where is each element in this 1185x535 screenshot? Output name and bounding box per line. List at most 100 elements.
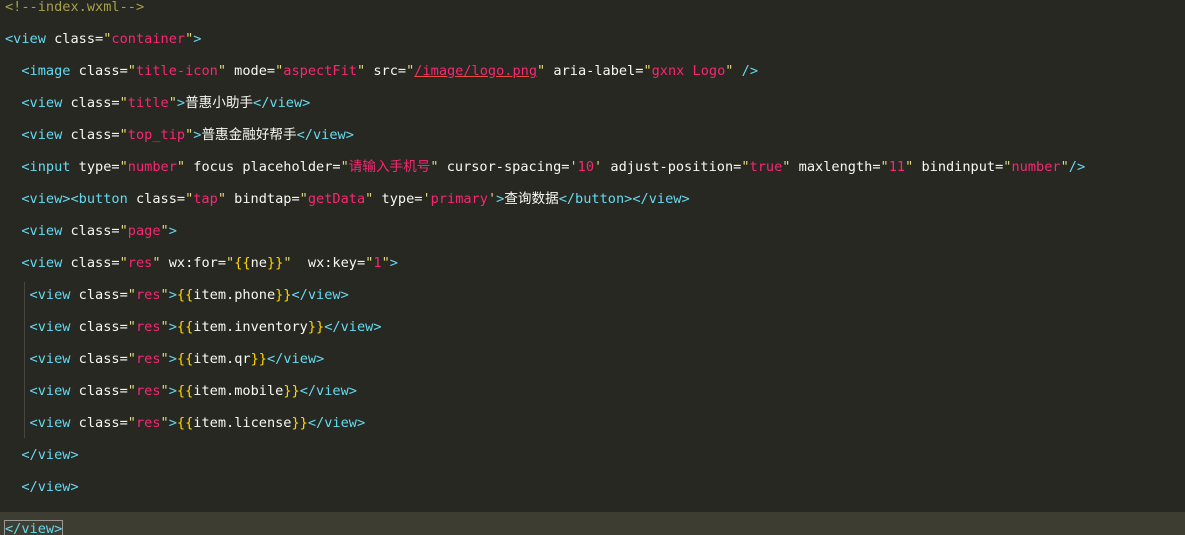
code-token: focus placeholder= xyxy=(185,159,341,175)
code-token: {{ xyxy=(176,351,194,367)
code-token: item.mobile xyxy=(193,383,284,399)
code-token: number xyxy=(1011,159,1061,175)
code-token: " xyxy=(160,351,169,367)
code-token: > xyxy=(168,383,177,399)
code-token: }} xyxy=(275,287,292,303)
code-token: 1 xyxy=(373,255,382,271)
code-token: " xyxy=(741,159,750,175)
code-token: number xyxy=(127,159,177,175)
code-token: ' xyxy=(487,191,497,207)
code-token: " xyxy=(217,63,226,79)
code-token: title-icon xyxy=(135,63,218,79)
code-token: class= xyxy=(54,31,104,47)
code-token: {{ xyxy=(176,383,194,399)
code-token: " xyxy=(119,223,128,239)
code-token: <view xyxy=(5,31,55,47)
code-editor[interactable]: <!--index.wxml--> <view class="container"… xyxy=(0,0,1185,535)
code-token: class= xyxy=(70,127,120,143)
code-token: 普惠金融好帮手 xyxy=(201,127,297,143)
code-token: 查询数据 xyxy=(504,191,559,207)
code-token: container xyxy=(111,31,186,47)
code-token: " xyxy=(127,383,136,399)
code-line[interactable]: <view class="res">{{item.phone}}</view> xyxy=(0,287,1185,320)
code-token: <view xyxy=(5,95,71,111)
code-line[interactable]: <view class="res">{{item.qr}}</view> xyxy=(0,351,1185,384)
code-token: item.qr xyxy=(193,351,251,367)
code-token: {{ xyxy=(176,319,194,335)
code-token: true xyxy=(749,159,783,175)
code-line[interactable]: <view class="res">{{item.inventory}}</vi… xyxy=(0,319,1185,352)
code-token: " xyxy=(356,63,366,79)
code-token: item.license xyxy=(193,415,292,431)
code-token: tap xyxy=(193,191,218,207)
code-line[interactable]: <view class="top_tip">普惠金融好帮手</view> xyxy=(0,127,1185,160)
code-token: " xyxy=(127,415,136,431)
code-token: adjust-position= xyxy=(602,159,742,175)
code-token: > xyxy=(389,255,398,271)
code-token: <input xyxy=(5,159,79,175)
code-token: " xyxy=(127,63,136,79)
code-token: " xyxy=(176,159,186,175)
code-token: bindinput= xyxy=(913,159,1004,175)
code-line[interactable]: <image class="title-icon" mode="aspectFi… xyxy=(0,63,1185,96)
code-token: " xyxy=(283,255,292,271)
code-token: class= xyxy=(78,63,128,79)
code-token: </view> xyxy=(296,127,354,143)
code-token: </view> xyxy=(266,351,325,367)
code-line[interactable]: </view> xyxy=(0,447,1185,480)
code-token: " xyxy=(430,159,439,175)
code-token: maxlength= xyxy=(790,159,881,175)
code-line[interactable]: <view class="res">{{item.license}}</view… xyxy=(0,415,1185,448)
code-token: class= xyxy=(78,351,128,367)
code-token: class= xyxy=(78,319,128,335)
code-token: " xyxy=(160,383,169,399)
code-token: 11 xyxy=(888,159,906,175)
code-line[interactable]: <view class="page"> xyxy=(0,223,1185,256)
code-line[interactable]: </view> xyxy=(0,479,1185,512)
code-token: </view> xyxy=(324,319,382,335)
code-token: " xyxy=(537,63,546,79)
code-token: <view xyxy=(5,287,79,303)
code-token: class= xyxy=(70,95,120,111)
code-token: class= xyxy=(78,415,128,431)
code-token: title xyxy=(127,95,169,111)
code-line[interactable]: <view><button class="tap" bindtap="getDa… xyxy=(0,191,1185,224)
code-line[interactable]: <!--index.wxml--> xyxy=(0,0,1185,32)
code-token: ne xyxy=(250,255,267,271)
code-token: type= xyxy=(373,191,423,207)
code-line[interactable]: <view class="container"> xyxy=(0,31,1185,64)
code-line[interactable]: <input type="number" focus placeholder="… xyxy=(0,159,1185,192)
code-token: res xyxy=(135,415,161,431)
code-token: class= xyxy=(78,383,128,399)
code-token: " xyxy=(119,159,128,175)
code-token: class= xyxy=(78,287,128,303)
code-token: > xyxy=(168,415,177,431)
code-token: mode= xyxy=(226,63,276,79)
code-token: " xyxy=(160,287,169,303)
code-token: " xyxy=(119,255,128,271)
code-token: }} xyxy=(283,383,300,399)
code-token: ' xyxy=(422,191,431,207)
code-token: res xyxy=(135,287,161,303)
code-token: <view xyxy=(5,127,71,143)
code-line[interactable]: <view class="res" wx:for="{{ne}}" wx:key… xyxy=(0,255,1185,288)
code-token: class= xyxy=(70,255,120,271)
code-token: <view xyxy=(5,255,71,271)
code-token: src= xyxy=(365,63,407,79)
code-token: 请输入手机号 xyxy=(348,159,431,175)
code-token: </view> xyxy=(291,287,349,303)
code-token: aspectFit xyxy=(283,63,357,79)
code-token: " xyxy=(160,415,169,431)
code-token: > xyxy=(193,31,202,47)
code-token: " xyxy=(880,159,889,175)
code-line[interactable]: <view class="res">{{item.mobile}}</view> xyxy=(0,383,1185,416)
code-token: " xyxy=(160,223,169,239)
code-token: item.phone xyxy=(193,287,276,303)
code-line[interactable]: <view class="title">普惠小助手</view> xyxy=(0,95,1185,128)
code-line[interactable]: </view> xyxy=(0,512,1185,535)
code-token: getData xyxy=(307,191,366,207)
code-token: bindtap= xyxy=(226,191,300,207)
code-token: wx:for= xyxy=(160,255,227,271)
code-token: res xyxy=(135,383,161,399)
code-token: cursor-spacing= xyxy=(438,159,570,175)
